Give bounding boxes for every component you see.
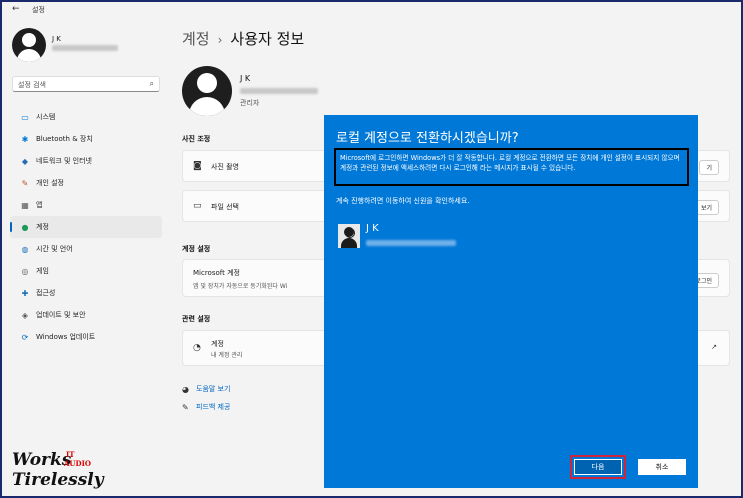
brush-icon: ✎ (21, 178, 29, 188)
related-account-title: 계정 (211, 340, 224, 348)
system-icon: ▭ (21, 112, 29, 122)
take-photo-label: 사진 촬영 (211, 163, 239, 171)
feedback-icon: ✎ (182, 402, 189, 412)
sidebar-item-label: 네트워크 및 인터넷 (36, 157, 92, 165)
external-link-icon[interactable]: ↗ (711, 343, 717, 351)
settings-window: ← 설정 J K 설정 검색 ⌕ ▭ 시스템 ✱ Bluetooth & 장치 ◆ 네트워… (0, 0, 743, 498)
help-link[interactable]: ◕ 도움말 보기 (182, 384, 230, 394)
sidebar-item[interactable]: ● 계정 (10, 216, 162, 238)
choose-file-label: 파일 선택 (211, 203, 239, 211)
related-account-desc: 내 계정 관리 (211, 352, 243, 359)
sidebar-item-label: 시스템 (36, 113, 56, 121)
app-title: 설정 (32, 6, 45, 14)
help-link-label: 도움말 보기 (196, 385, 231, 393)
photo-section-title: 사진 조정 (182, 135, 211, 143)
sidebar-nav: ▭ 시스템 ✱ Bluetooth & 장치 ◆ 네트워크 및 인터넷 ✎ 개인 설정 ▦ 앱 ● 계… (10, 106, 162, 348)
sidebar-item[interactable]: ◎ 게임 (10, 260, 162, 282)
help-icon: ◕ (182, 384, 189, 394)
dialog-user-email-blurred (366, 240, 456, 246)
sidebar-user-name: J K (52, 35, 61, 43)
breadcrumb-parent[interactable]: 계정 (182, 30, 210, 48)
sidebar-item-label: 계정 (36, 223, 49, 231)
watermark-tag-audio: AUDIO (64, 459, 91, 468)
page-title: 사용자 정보 (230, 30, 305, 48)
sidebar-item[interactable]: ◈ 업데이트 및 보안 (10, 304, 162, 326)
sidebar-item[interactable]: ▭ 시스템 (10, 106, 162, 128)
sidebar-item-label: 개인 설정 (36, 179, 64, 187)
watermark-line2: Tirelessly (12, 470, 104, 490)
shield-icon: ◈ (21, 310, 29, 320)
sidebar-item[interactable]: ◍ 시간 및 언어 (10, 238, 162, 260)
account-name: J K (240, 74, 251, 83)
account-settings-title: 계정 설정 (182, 245, 211, 253)
sidebar-item-label: 게임 (36, 267, 49, 275)
back-arrow-icon[interactable]: ← (12, 4, 20, 14)
accessibility-icon: ✚ (21, 288, 29, 298)
take-photo-button[interactable]: 기 (699, 160, 719, 175)
watermark-line1: Works (12, 450, 72, 470)
sidebar-item[interactable]: ✱ Bluetooth & 장치 (10, 128, 162, 150)
sidebar-user-email-blurred (52, 45, 118, 51)
dialog-user-avatar (338, 224, 360, 248)
breadcrumb-separator: › (217, 33, 223, 47)
related-settings-title: 관련 설정 (182, 315, 211, 323)
account-email-blurred (240, 88, 318, 94)
dialog-info-text: Microsoft에 로그인하면 Windows가 더 잘 작동합니다. 로컬 … (334, 148, 689, 186)
account-role: 관리자 (240, 99, 260, 107)
sidebar-item[interactable]: ▦ 앱 (10, 194, 162, 216)
accounts-icon: ● (21, 222, 29, 232)
network-icon: ◆ (21, 156, 29, 166)
cancel-button[interactable]: 취소 (638, 459, 686, 475)
sidebar-item-label: Bluetooth & 장치 (36, 135, 93, 143)
title-bar: ← 설정 (2, 2, 741, 18)
gaming-icon: ◎ (21, 266, 29, 276)
bluetooth-icon: ✱ (21, 134, 29, 144)
sidebar-item-label: 업데이트 및 보안 (36, 311, 86, 319)
next-button[interactable]: 다음 (570, 455, 626, 479)
windows-update-icon: ⟳ (21, 332, 29, 342)
dialog-user-name: J K (366, 223, 379, 234)
watermark-tag-it: IT (66, 450, 75, 459)
sidebar-item[interactable]: ✚ 접근성 (10, 282, 162, 304)
watermark-logo: Works IT AUDIO Tirelessly (8, 450, 118, 494)
breadcrumb: 계정 › 사용자 정보 (182, 28, 304, 49)
camera-icon: ◙ (193, 161, 202, 171)
person-icon: ◔ (193, 343, 201, 353)
ms-account-desc: 앱 및 장치가 자동으로 동기화된다 Wi (193, 283, 288, 290)
sidebar-item[interactable]: ✎ 개인 설정 (10, 172, 162, 194)
user-avatar (12, 28, 46, 62)
account-avatar (182, 66, 232, 116)
feedback-link-label: 피드백 제공 (196, 403, 231, 411)
sidebar: J K 설정 검색 ⌕ ▭ 시스템 ✱ Bluetooth & 장치 ◆ 네트워크 및 인… (2, 18, 170, 488)
search-placeholder: 설정 검색 (18, 81, 46, 89)
dialog-title: 로컬 계정으로 전환하시겠습니까? (336, 131, 519, 146)
search-input[interactable]: 설정 검색 ⌕ (12, 76, 160, 92)
switch-local-account-dialog: 로컬 계정으로 전환하시겠습니까? Microsoft에 로그인하면 Windo… (324, 115, 698, 488)
dialog-prompt: 계속 진행하려면 이동하여 신원을 확인하세요. (336, 197, 470, 205)
sidebar-item[interactable]: ◆ 네트워크 및 인터넷 (10, 150, 162, 172)
sidebar-item-label: 앱 (36, 201, 43, 209)
sidebar-item-label: 시간 및 언어 (36, 245, 73, 253)
time-language-icon: ◍ (21, 244, 29, 254)
folder-icon: ▭ (193, 201, 202, 211)
sidebar-item-label: Windows 업데이트 (36, 333, 96, 341)
ms-account-title: Microsoft 계정 (193, 269, 240, 277)
feedback-link[interactable]: ✎ 피드백 제공 (182, 402, 230, 412)
sidebar-item[interactable]: ⟳ Windows 업데이트 (10, 326, 162, 348)
sidebar-item-label: 접근성 (36, 289, 56, 297)
apps-icon: ▦ (21, 200, 29, 210)
search-icon: ⌕ (149, 79, 154, 88)
